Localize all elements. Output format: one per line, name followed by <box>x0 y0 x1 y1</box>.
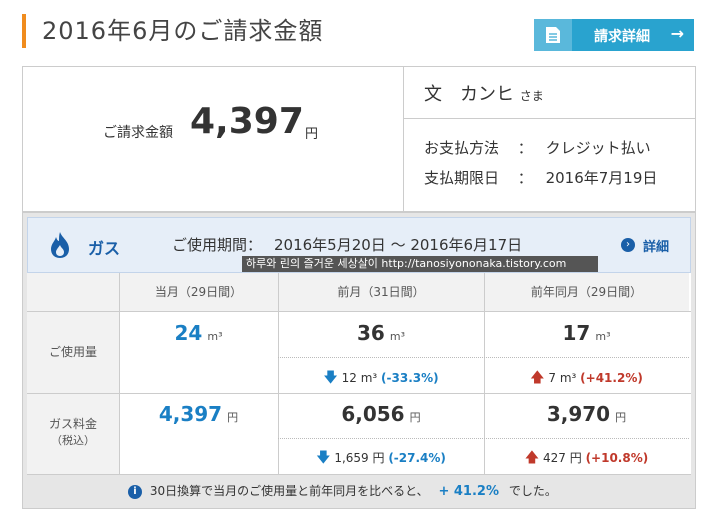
charge-current: 4,397 円 <box>119 402 278 426</box>
row-header-charge: ガス料金 （税込） <box>27 393 119 475</box>
charge-unit: 円 <box>227 411 239 424</box>
usage-previous-diff: 🡇 12 m³ (-33.3%) <box>278 367 484 391</box>
charge-previous-diff-value: 1,659 円 <box>334 451 385 465</box>
gas-detail-link[interactable]: 詳細 <box>643 236 669 255</box>
bill-detail-button[interactable]: 請求詳細 → <box>534 19 694 51</box>
document-icon <box>534 19 572 51</box>
column-header-current: 当月（29日間） <box>119 273 278 311</box>
row-header-usage: ご使用量 <box>27 311 119 393</box>
usage-unit: m³ <box>595 330 611 343</box>
amount-label: ご請求金額 <box>103 125 173 141</box>
down-arrow-icon: 🡇 <box>316 450 331 466</box>
charge-year-diff: 🡅 427 円 (+10.8%) <box>484 447 689 471</box>
note-pct: + 41.2% <box>438 484 499 499</box>
usage-year-diff-pct: (+41.2%) <box>580 371 643 385</box>
customer-suffix: さま <box>519 89 544 103</box>
usage-unit: m³ <box>207 330 223 343</box>
usage-previous-year-value: 17 <box>562 321 591 345</box>
due-date-colon: ： <box>517 169 533 187</box>
gas-usage-table: 当月（29日間） 前月（31日間） 前年同月（29日間） ご使用量 ガス料金 （… <box>27 273 691 475</box>
due-date-row: 支払期限日 ： 2016年7月19日 <box>424 167 657 188</box>
flame-icon <box>48 231 72 263</box>
due-date-label: 支払期限日 <box>424 169 500 187</box>
info-icon: i <box>128 484 142 499</box>
note-prefix: 30日換算で当月のご使用量と前年同月を比べると、 <box>149 484 429 498</box>
charge-previous-year-value: 3,970 <box>546 402 611 426</box>
title-accent-bar <box>22 14 26 48</box>
usage-unit: m³ <box>389 330 406 343</box>
row-label-usage: ご使用量 <box>48 345 97 359</box>
charge-unit: 円 <box>409 411 421 424</box>
charge-previous-value: 6,056 <box>341 402 405 426</box>
amount-value: 4,397 <box>190 101 304 142</box>
charge-previous-diff-pct: (-27.4%) <box>388 451 446 465</box>
table-corner-cell <box>27 273 119 311</box>
usage-period-value: 2016年5月20日 〜 2016年6月17日 <box>274 236 523 254</box>
charge-unit: 円 <box>615 411 627 424</box>
row-sublabel-charge: （税込） <box>51 434 95 447</box>
payment-method-row: お支払方法 ： クレジット払い <box>424 137 651 158</box>
charge-previous-diff: 🡇 1,659 円 (-27.4%) <box>278 447 484 471</box>
chevron-right-icon[interactable]: › <box>621 238 635 252</box>
gas-service-name: ガス <box>88 239 121 258</box>
row-label-charge: ガス料金 <box>48 417 97 431</box>
usage-previous-diff-value: 12 m³ <box>341 371 378 385</box>
usage-period-label: ご使用期間： <box>172 236 263 254</box>
column-header-previous: 前月（31日間） <box>278 273 484 311</box>
amount-unit: 円 <box>305 127 319 142</box>
usage-current: 24 m³ <box>119 321 278 345</box>
arrow-right-icon: → <box>670 24 684 43</box>
usage-previous: 36 m³ <box>278 321 484 345</box>
up-arrow-icon: 🡅 <box>530 370 545 386</box>
charge-year-diff-pct: (+10.8%) <box>585 451 649 465</box>
page-title: 2016年6月のご請求金額 <box>42 17 324 45</box>
billing-divider <box>404 118 696 119</box>
note-suffix: でした。 <box>508 484 557 498</box>
usage-year-diff: 🡅 7 m³ (+41.2%) <box>484 367 689 391</box>
charge-current-value: 4,397 <box>158 402 223 426</box>
payment-method-colon: ： <box>517 139 533 157</box>
up-arrow-icon: 🡅 <box>524 450 540 466</box>
charge-previous: 6,056 円 <box>278 402 484 426</box>
column-header-previous-year: 前年同月（29日間） <box>484 273 689 311</box>
watermark-text: 하루와 린의 즐거운 세상살이 http://tanosiyononaka.ti… <box>242 256 598 272</box>
usage-previous-value: 36 <box>356 321 385 345</box>
charge-year-diff-value: 427 円 <box>543 451 582 465</box>
usage-previous-diff-pct: (-33.3%) <box>381 371 439 385</box>
usage-current-value: 24 <box>174 321 203 345</box>
payment-method-label: お支払方法 <box>424 139 500 157</box>
due-date-value: 2016年7月19日 <box>545 169 658 187</box>
customer-name-value: 文 カンヒ <box>424 84 514 105</box>
customer-name: 文 カンヒ さま <box>424 80 544 106</box>
payment-method-value: クレジット払い <box>545 139 651 157</box>
usage-year-diff-value: 7 m³ <box>548 371 577 385</box>
comparison-note: i 30日換算で当月のご使用量と前年同月を比べると、 + 41.2% でした。 <box>128 482 557 499</box>
down-arrow-icon: 🡇 <box>323 370 338 386</box>
usage-previous-year: 17 m³ <box>484 321 689 345</box>
bill-detail-button-label: 請求詳細 <box>594 29 650 45</box>
charge-previous-year: 3,970 円 <box>484 402 689 426</box>
